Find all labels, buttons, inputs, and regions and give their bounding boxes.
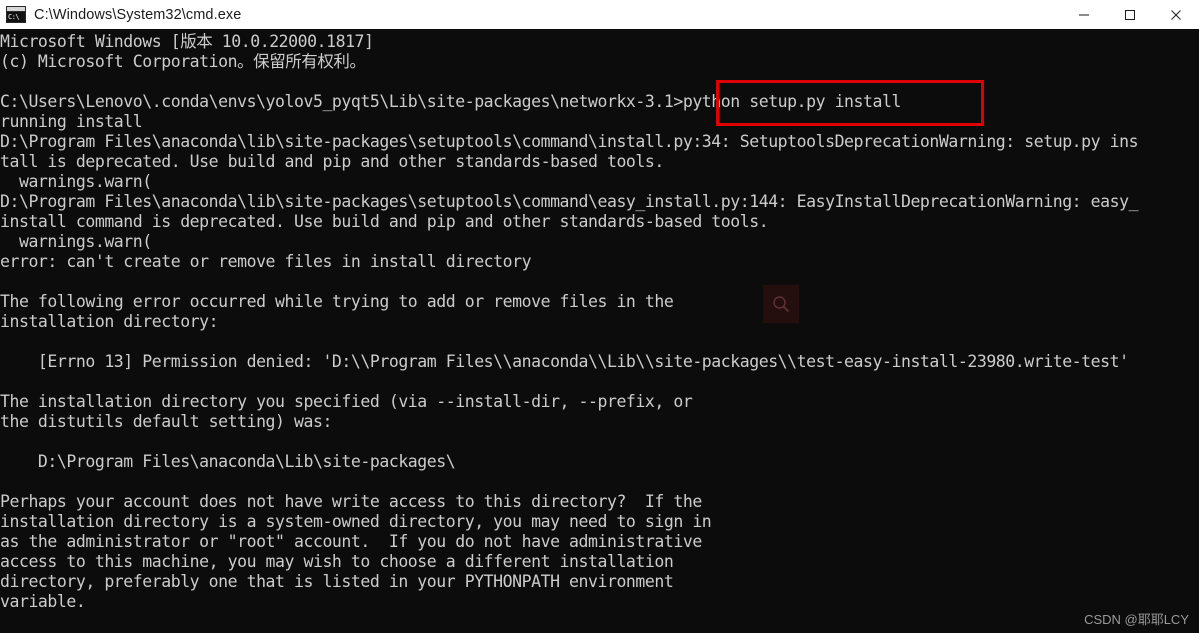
console-line: The installation directory you specified…: [0, 392, 693, 411]
cmd-window: C:\ C:\Windows\System32\cmd.exe Microsof…: [0, 0, 1199, 633]
console-line: The following error occurred while tryin…: [0, 292, 674, 311]
console-line: [Errno 13] Permission denied: 'D:\\Progr…: [0, 352, 1129, 371]
console-line: Microsoft Windows [版本 10.0.22000.1817]: [0, 32, 374, 51]
console-line: error: can't create or remove files in i…: [0, 252, 532, 271]
console-line: (c) Microsoft Corporation。保留所有权利。: [0, 52, 366, 71]
console-line: tall is deprecated. Use build and pip an…: [0, 152, 664, 171]
console-line: running install: [0, 112, 143, 131]
console-line: D:\Program Files\anaconda\lib\site-packa…: [0, 192, 1139, 211]
window-controls: [1061, 0, 1199, 29]
console-line: variable.: [0, 592, 86, 611]
console-line: D:\Program Files\anaconda\lib\site-packa…: [0, 132, 1139, 151]
minimize-button[interactable]: [1061, 0, 1107, 29]
window-title: C:\Windows\System32\cmd.exe: [34, 6, 242, 23]
console-line: warnings.warn(: [0, 232, 152, 251]
console-line: warnings.warn(: [0, 172, 152, 191]
cmd-icon: C:\: [6, 6, 26, 23]
console-output-area[interactable]: Microsoft Windows [版本 10.0.22000.1817] (c…: [0, 29, 1199, 633]
console-line: install command is deprecated. Use build…: [0, 212, 769, 231]
console-line: Perhaps your account does not have write…: [0, 492, 702, 511]
cmd-icon-prompt: C:\: [7, 12, 25, 22]
watermark: CSDN @耶耶LCY: [1084, 612, 1189, 627]
close-button[interactable]: [1153, 0, 1199, 29]
console-line: installation directory is a system-owned…: [0, 512, 712, 531]
search-icon[interactable]: [763, 285, 799, 323]
console-line: access to this machine, you may wish to …: [0, 552, 674, 571]
console-line: as the administrator or "root" account. …: [0, 532, 702, 551]
console-line: C:\Users\Lenovo\.conda\envs\yolov5_pyqt5…: [0, 92, 901, 111]
maximize-button[interactable]: [1107, 0, 1153, 29]
console-line: D:\Program Files\anaconda\Lib\site-packa…: [0, 452, 456, 471]
title-bar[interactable]: C:\ C:\Windows\System32\cmd.exe: [0, 0, 1199, 29]
console-line: installation directory:: [0, 312, 219, 331]
console-line: directory, preferably one that is listed…: [0, 572, 674, 591]
console-text: Microsoft Windows [版本 10.0.22000.1817] (c…: [0, 32, 1199, 612]
console-line: the distutils default setting) was:: [0, 412, 332, 431]
